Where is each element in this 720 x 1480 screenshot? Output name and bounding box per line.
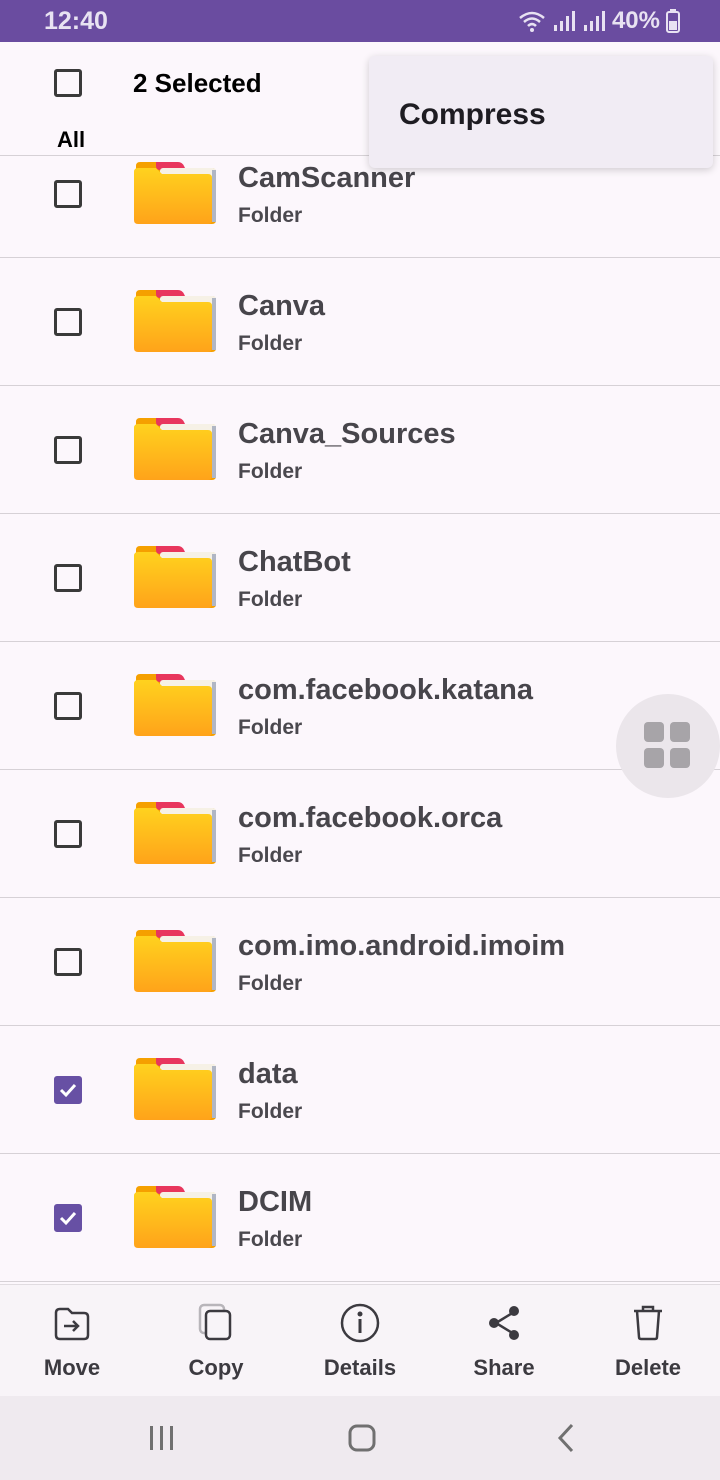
file-checkbox[interactable]: [54, 180, 82, 208]
file-checkbox[interactable]: [54, 948, 82, 976]
file-row[interactable]: ChatBot Folder: [0, 514, 720, 642]
signal-icon: [583, 11, 605, 31]
file-name: Canva_Sources: [238, 418, 456, 450]
signal-icon: [553, 11, 575, 31]
file-name: ChatBot: [238, 546, 351, 578]
file-name: com.imo.android.imoim: [238, 930, 566, 962]
move-label: Move: [43, 1355, 101, 1380]
folder-icon: [134, 162, 216, 224]
file-type: Folder: [238, 460, 303, 483]
folder-icon: [134, 1186, 216, 1248]
file-row[interactable]: com.facebook.katana Folder: [0, 642, 720, 770]
file-name: com.facebook.orca: [238, 802, 503, 834]
file-checkbox[interactable]: [54, 820, 82, 848]
action-toolbar: Move Copy Details Share Delete: [0, 1284, 720, 1397]
file-type: Folder: [238, 332, 303, 355]
delete-label: Delete: [614, 1355, 682, 1380]
file-checkbox[interactable]: [54, 564, 82, 592]
overflow-popup-menu: Compress: [369, 56, 713, 168]
file-checkbox[interactable]: [54, 1204, 82, 1232]
status-time: 12:40: [44, 7, 108, 35]
file-row[interactable]: Canva_Sources Folder: [0, 386, 720, 514]
battery-percent: 40%: [611, 7, 660, 34]
folder-icon: [134, 674, 216, 736]
folder-icon: [134, 418, 216, 480]
trash-icon: [634, 1305, 662, 1341]
status-bar: 12:40 40%: [0, 0, 720, 42]
home-icon[interactable]: [346, 1422, 378, 1454]
file-name: com.facebook.katana: [238, 674, 533, 706]
back-icon[interactable]: [552, 1422, 580, 1454]
recents-icon[interactable]: [146, 1424, 178, 1452]
folder-icon: [134, 802, 216, 864]
details-button[interactable]: Details: [300, 1285, 420, 1397]
file-row[interactable]: com.facebook.orca Folder: [0, 770, 720, 898]
share-button[interactable]: Share: [444, 1285, 564, 1397]
file-type: Folder: [238, 204, 303, 227]
file-checkbox[interactable]: [54, 692, 82, 720]
file-type: Folder: [238, 588, 303, 611]
file-type: Folder: [238, 1100, 303, 1123]
file-type: Folder: [238, 972, 303, 995]
file-row[interactable]: com.imo.android.imoim Folder: [0, 898, 720, 1026]
share-label: Share: [473, 1355, 535, 1380]
file-list: CamScanner Folder Canva Folder Canva_Sou…: [0, 130, 720, 1282]
delete-button[interactable]: Delete: [588, 1285, 708, 1397]
file-checkbox[interactable]: [54, 436, 82, 464]
file-type: Folder: [238, 716, 303, 739]
folder-icon: [134, 1058, 216, 1120]
file-type: Folder: [238, 844, 303, 867]
wifi-icon: [519, 11, 545, 32]
file-checkbox[interactable]: [54, 1076, 82, 1104]
file-checkbox[interactable]: [54, 308, 82, 336]
grid-view-button[interactable]: [616, 694, 720, 798]
selected-count-title: 2 Selected: [133, 68, 262, 98]
compress-menu-item[interactable]: Compress: [399, 98, 546, 132]
status-icons: 40%: [518, 6, 680, 36]
file-row[interactable]: Canva Folder: [0, 258, 720, 386]
move-button[interactable]: Move: [12, 1285, 132, 1397]
copy-icon: [198, 1303, 232, 1341]
folder-icon: [134, 930, 216, 992]
file-row[interactable]: DCIM Folder: [0, 1154, 720, 1282]
details-label: Details: [323, 1355, 397, 1380]
system-nav-bar: [0, 1396, 720, 1480]
file-name: data: [238, 1058, 298, 1090]
file-name: Canva: [238, 290, 326, 322]
select-all-checkbox[interactable]: [54, 69, 82, 97]
folder-icon: [134, 546, 216, 608]
info-icon: [340, 1303, 380, 1343]
file-name: DCIM: [238, 1186, 313, 1218]
battery-icon: [666, 9, 680, 33]
move-icon: [54, 1307, 90, 1341]
share-icon: [489, 1306, 519, 1340]
copy-button[interactable]: Copy: [156, 1285, 276, 1397]
copy-label: Copy: [188, 1355, 244, 1380]
file-type: Folder: [238, 1228, 303, 1251]
file-row[interactable]: data Folder: [0, 1026, 720, 1154]
folder-icon: [134, 290, 216, 352]
